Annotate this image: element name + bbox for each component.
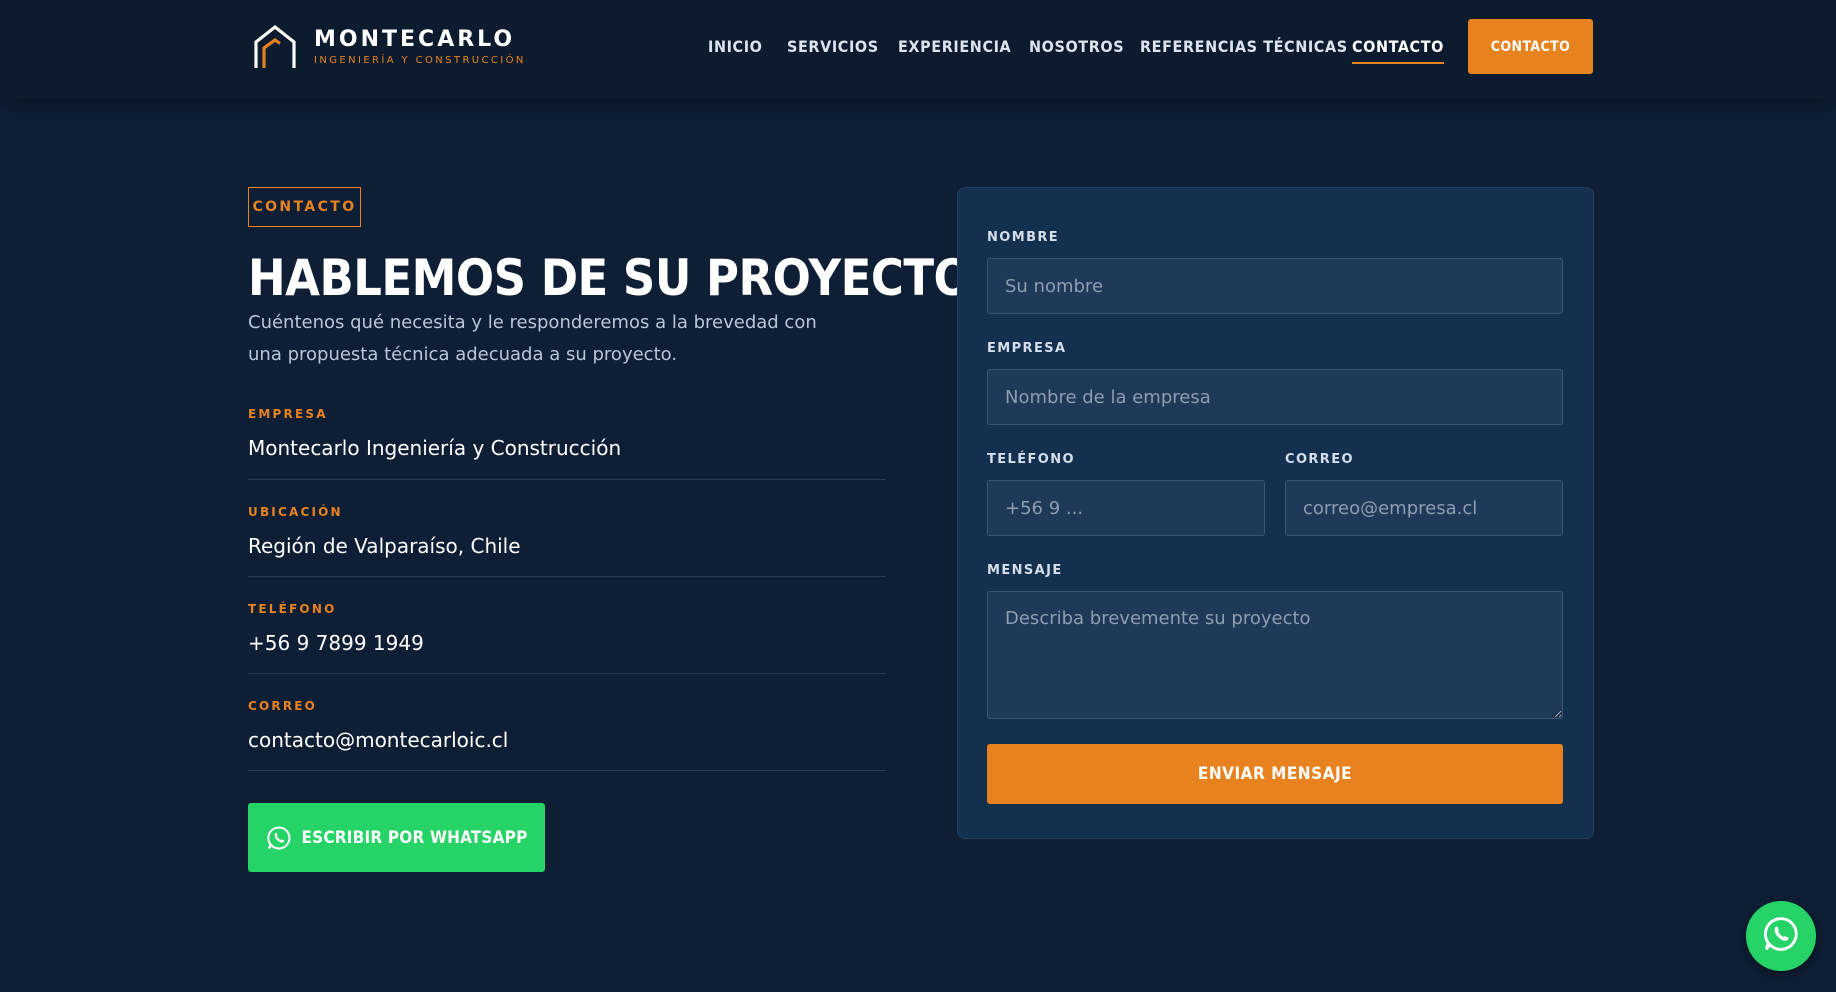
info-item-telefono: TELÉFONO +56 9 7899 1949 bbox=[248, 601, 886, 674]
house-roof-icon bbox=[252, 24, 298, 70]
nombre-label: NOMBRE bbox=[987, 230, 1060, 245]
telefono-field[interactable] bbox=[987, 480, 1265, 536]
whatsapp-icon bbox=[1762, 915, 1800, 957]
nav-item-nosotros[interactable]: NOSOTROS bbox=[1029, 34, 1124, 60]
info-value: Montecarlo Ingeniería y Construcción bbox=[248, 436, 622, 460]
nav-item-inicio[interactable]: INICIO bbox=[708, 34, 763, 60]
contact-form: NOMBRE EMPRESA TELÉFONO CORREO MENSAJE E… bbox=[957, 187, 1594, 839]
header-contact-button[interactable]: CONTACTO bbox=[1468, 19, 1593, 74]
page-title: HABLEMOS DE SU PROYECTO bbox=[248, 249, 972, 307]
info-item-correo: CORREO contacto@montecarloic.cl bbox=[248, 698, 886, 771]
brand-tagline: INGENIERÍA Y CONSTRUCCIÓN bbox=[314, 55, 526, 66]
section-eyebrow: CONTACTO bbox=[248, 187, 361, 227]
nav-item-servicios[interactable]: SERVICIOS bbox=[787, 34, 879, 60]
info-label: UBICACIÓN bbox=[248, 505, 343, 519]
whatsapp-icon bbox=[266, 825, 292, 851]
correo-label: CORREO bbox=[1285, 452, 1354, 467]
info-value[interactable]: +56 9 7899 1949 bbox=[248, 629, 886, 657]
send-message-button[interactable]: ENVIAR MENSAJE bbox=[987, 744, 1563, 804]
correo-field[interactable] bbox=[1285, 480, 1563, 536]
info-item-ubicacion: UBICACIÓN Región de Valparaíso, Chile bbox=[248, 504, 886, 577]
whatsapp-button-label: ESCRIBIR POR WHATSAPP bbox=[301, 827, 528, 848]
nav-item-referencias-tecnicas[interactable]: REFERENCIAS TÉCNICAS bbox=[1140, 34, 1348, 60]
empresa-label: EMPRESA bbox=[987, 341, 1067, 356]
nav-item-contacto[interactable]: CONTACTO bbox=[1352, 34, 1444, 64]
info-item-empresa: EMPRESA Montecarlo Ingeniería y Construc… bbox=[248, 406, 886, 480]
floating-whatsapp-button[interactable] bbox=[1746, 901, 1816, 971]
info-label: TELÉFONO bbox=[248, 602, 337, 616]
whatsapp-button[interactable]: ESCRIBIR POR WHATSAPP bbox=[248, 803, 545, 872]
mensaje-label: MENSAJE bbox=[987, 563, 1063, 578]
mensaje-textarea[interactable] bbox=[987, 591, 1563, 719]
info-label: EMPRESA bbox=[248, 407, 328, 421]
brand-name: MONTECARLO bbox=[314, 27, 516, 52]
empresa-field[interactable] bbox=[987, 369, 1563, 425]
telefono-label: TELÉFONO bbox=[987, 452, 1075, 467]
info-value[interactable]: contacto@montecarloic.cl bbox=[248, 726, 886, 754]
nombre-field[interactable] bbox=[987, 258, 1563, 314]
intro-text: Cuéntenos qué necesita y le responderemo… bbox=[248, 312, 817, 365]
brand-logo[interactable]: MONTECARLO INGENIERÍA Y CONSTRUCCIÓN bbox=[252, 24, 526, 70]
nav-item-experiencia[interactable]: EXPERIENCIA bbox=[898, 34, 1011, 60]
info-value: Región de Valparaíso, Chile bbox=[248, 534, 521, 558]
info-label: CORREO bbox=[248, 699, 318, 713]
site-header: MONTECARLO INGENIERÍA Y CONSTRUCCIÓN INI… bbox=[0, 0, 1836, 98]
